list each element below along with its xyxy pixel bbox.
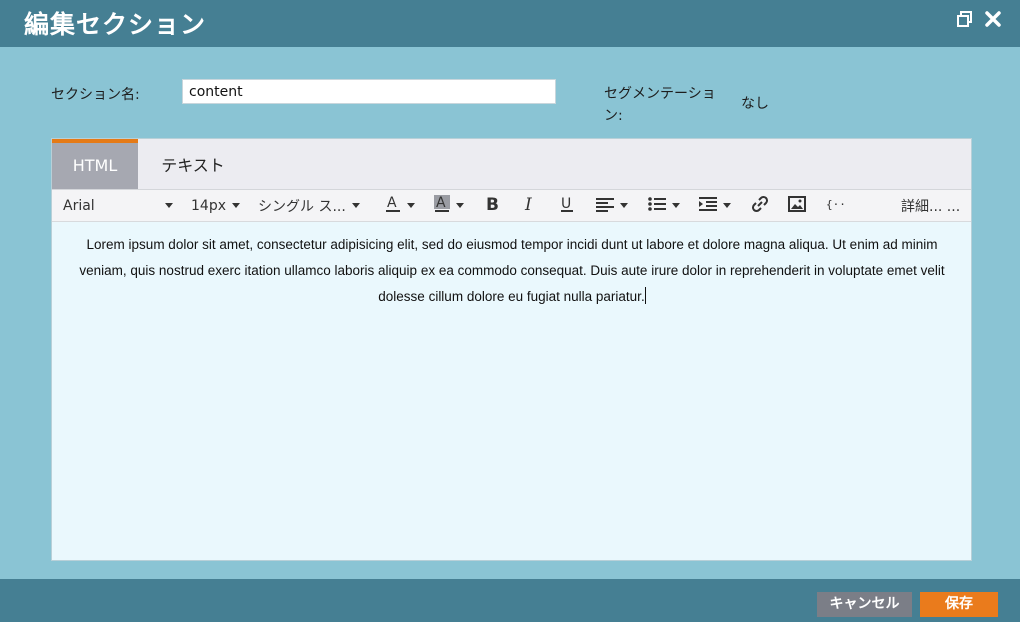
bold-icon: B [485,195,499,217]
tab-html[interactable]: HTML [52,139,138,189]
dialog-footer: キャンセル 保存 [0,579,1020,622]
chevron-down-icon [165,203,173,208]
body-text: Lorem ipsum dolor sit amet, consectetur … [79,237,945,304]
underline-button[interactable]: U [560,190,574,221]
more-button[interactable]: 詳細... ... [901,190,960,221]
style-select[interactable]: シングル ス... [258,190,360,221]
font-size-select[interactable]: 14px [191,190,240,221]
cancel-button[interactable]: キャンセル [817,592,912,617]
svg-text:U: U [561,196,571,212]
segmentation-label: セグメンテーション: [604,86,716,124]
save-button[interactable]: 保存 [920,592,998,617]
editor-toolbar: Arial 14px シングル ス... A A B I U {·· 詳細...… [52,190,971,222]
highlight-color-icon: A [434,194,450,218]
token-button[interactable]: {···} [826,190,859,221]
text-color-icon: A [385,194,401,218]
align-button[interactable] [596,190,628,221]
chevron-down-icon [407,203,415,208]
window-controls [956,10,1002,28]
italic-button[interactable]: I [523,190,537,221]
svg-text:A: A [387,195,397,211]
chevron-down-icon [723,203,731,208]
chevron-down-icon [232,203,240,208]
indent-icon [699,196,717,216]
close-icon[interactable] [984,10,1002,28]
chevron-down-icon [456,203,464,208]
segmentation-value[interactable]: なし [741,93,769,113]
text-cursor [644,287,646,304]
font-family-value: Arial [63,197,95,214]
chevron-down-icon [351,203,360,208]
svg-text:{···}: {···} [826,198,846,211]
dialog-titlebar: 編集セクション [0,0,1020,47]
token-icon: {···} [826,196,859,216]
image-button[interactable] [788,190,806,221]
editor-content[interactable]: Lorem ipsum dolor sit amet, consectetur … [72,232,952,310]
font-family-select[interactable]: Arial [63,190,173,221]
svg-text:I: I [524,195,532,213]
italic-icon: I [523,195,537,217]
underline-icon: U [560,195,574,217]
highlight-color-button[interactable]: A [434,190,464,221]
rich-text-editor: HTML テキスト Arial 14px シングル ス... A A B I U… [51,138,972,561]
indent-button[interactable] [699,190,731,221]
link-icon [751,195,769,217]
style-value: シングル ス... [258,198,346,215]
list-icon [648,196,666,216]
dialog-title: 編集セクション [24,10,207,39]
section-name-label: セクション名: [51,87,140,103]
svg-text:B: B [486,195,499,213]
font-size-value: 14px [191,197,226,214]
chevron-down-icon [672,203,680,208]
bold-button[interactable]: B [485,190,499,221]
list-button[interactable] [648,190,680,221]
tab-text[interactable]: テキスト [138,139,248,189]
svg-text:A: A [436,195,446,211]
chevron-down-icon [620,203,628,208]
image-icon [788,195,806,216]
align-icon [596,196,614,216]
section-name-input[interactable] [182,79,556,104]
restore-icon[interactable] [956,10,974,28]
text-color-button[interactable]: A [385,190,415,221]
link-button[interactable] [751,190,769,221]
editor-tabs: HTML テキスト [52,139,971,190]
